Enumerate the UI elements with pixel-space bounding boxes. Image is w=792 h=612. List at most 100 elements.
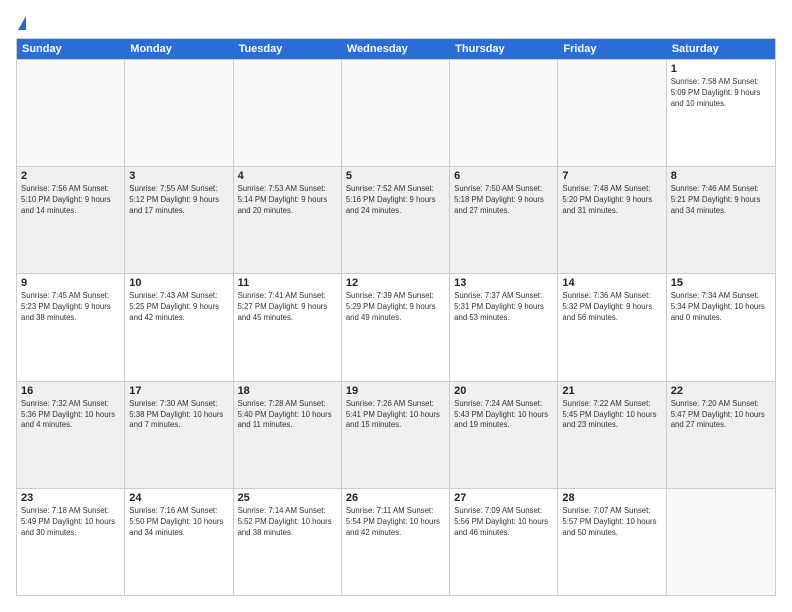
day-info: Sunrise: 7:26 AM Sunset: 5:41 PM Dayligh… xyxy=(346,399,445,432)
day-info: Sunrise: 7:41 AM Sunset: 5:27 PM Dayligh… xyxy=(238,291,337,324)
day-number: 16 xyxy=(21,385,120,397)
calendar-cell: 11 Sunrise: 7:41 AM Sunset: 5:27 PM Dayli… xyxy=(234,274,342,380)
calendar-row: 23 Sunrise: 7:18 AM Sunset: 5:49 PM Dayli… xyxy=(17,488,775,595)
day-number: 19 xyxy=(346,385,445,397)
calendar-cell: 15 Sunrise: 7:34 AM Sunset: 5:34 PM Dayli… xyxy=(667,274,775,380)
day-number: 3 xyxy=(129,170,228,182)
day-info: Sunrise: 7:50 AM Sunset: 5:18 PM Dayligh… xyxy=(454,184,553,217)
day-number: 4 xyxy=(238,170,337,182)
calendar-cell xyxy=(558,60,666,166)
day-number: 9 xyxy=(21,277,120,289)
day-number: 22 xyxy=(671,385,771,397)
day-info: Sunrise: 7:55 AM Sunset: 5:12 PM Dayligh… xyxy=(129,184,228,217)
day-info: Sunrise: 7:16 AM Sunset: 5:50 PM Dayligh… xyxy=(129,506,228,539)
calendar-cell: 12 Sunrise: 7:39 AM Sunset: 5:29 PM Dayli… xyxy=(342,274,450,380)
calendar-cell: 28 Sunrise: 7:07 AM Sunset: 5:57 PM Dayli… xyxy=(558,489,666,595)
day-info: Sunrise: 7:48 AM Sunset: 5:20 PM Dayligh… xyxy=(562,184,661,217)
day-number: 8 xyxy=(671,170,771,182)
calendar-cell: 2 Sunrise: 7:56 AM Sunset: 5:10 PM Daylig… xyxy=(17,167,125,273)
calendar-cell: 5 Sunrise: 7:52 AM Sunset: 5:16 PM Daylig… xyxy=(342,167,450,273)
calendar-cell: 24 Sunrise: 7:16 AM Sunset: 5:50 PM Dayli… xyxy=(125,489,233,595)
calendar-cell: 1Sunrise: 7:58 AM Sunset: 5:09 PM Daylig… xyxy=(667,60,775,166)
day-number: 10 xyxy=(129,277,228,289)
day-number: 24 xyxy=(129,492,228,504)
weekday-header: Monday xyxy=(125,39,233,59)
calendar-cell: 6 Sunrise: 7:50 AM Sunset: 5:18 PM Daylig… xyxy=(450,167,558,273)
day-number: 6 xyxy=(454,170,553,182)
weekday-header: Sunday xyxy=(17,39,125,59)
calendar-cell: 19 Sunrise: 7:26 AM Sunset: 5:41 PM Dayli… xyxy=(342,382,450,488)
day-info: Sunrise: 7:20 AM Sunset: 5:47 PM Dayligh… xyxy=(671,399,771,432)
day-info: Sunrise: 7:28 AM Sunset: 5:40 PM Dayligh… xyxy=(238,399,337,432)
day-number: 15 xyxy=(671,277,771,289)
calendar-cell: 10 Sunrise: 7:43 AM Sunset: 5:25 PM Dayli… xyxy=(125,274,233,380)
day-number: 12 xyxy=(346,277,445,289)
day-info: Sunrise: 7:52 AM Sunset: 5:16 PM Dayligh… xyxy=(346,184,445,217)
calendar-cell: 4 Sunrise: 7:53 AM Sunset: 5:14 PM Daylig… xyxy=(234,167,342,273)
day-number: 23 xyxy=(21,492,120,504)
calendar-cell xyxy=(17,60,125,166)
calendar-cell xyxy=(450,60,558,166)
day-info: Sunrise: 7:24 AM Sunset: 5:43 PM Dayligh… xyxy=(454,399,553,432)
weekday-header: Thursday xyxy=(450,39,558,59)
calendar-cell xyxy=(342,60,450,166)
day-number: 18 xyxy=(238,385,337,397)
calendar-body: 1Sunrise: 7:58 AM Sunset: 5:09 PM Daylig… xyxy=(17,59,775,595)
day-number: 27 xyxy=(454,492,553,504)
calendar-cell: 7 Sunrise: 7:48 AM Sunset: 5:20 PM Daylig… xyxy=(558,167,666,273)
day-number: 2 xyxy=(21,170,120,182)
logo-triangle-icon xyxy=(18,16,26,30)
day-info: Sunrise: 7:43 AM Sunset: 5:25 PM Dayligh… xyxy=(129,291,228,324)
calendar-row: 9 Sunrise: 7:45 AM Sunset: 5:23 PM Daylig… xyxy=(17,273,775,380)
calendar-cell: 27 Sunrise: 7:09 AM Sunset: 5:56 PM Dayli… xyxy=(450,489,558,595)
day-number: 17 xyxy=(129,385,228,397)
day-number: 5 xyxy=(346,170,445,182)
calendar-cell: 13 Sunrise: 7:37 AM Sunset: 5:31 PM Dayli… xyxy=(450,274,558,380)
day-number: 21 xyxy=(562,385,661,397)
logo xyxy=(16,16,26,30)
calendar-row: 2 Sunrise: 7:56 AM Sunset: 5:10 PM Daylig… xyxy=(17,166,775,273)
calendar-cell xyxy=(125,60,233,166)
calendar-cell: 23 Sunrise: 7:18 AM Sunset: 5:49 PM Dayli… xyxy=(17,489,125,595)
day-number: 13 xyxy=(454,277,553,289)
day-number: 11 xyxy=(238,277,337,289)
day-info: Sunrise: 7:11 AM Sunset: 5:54 PM Dayligh… xyxy=(346,506,445,539)
day-info: Sunrise: 7:56 AM Sunset: 5:10 PM Dayligh… xyxy=(21,184,120,217)
day-info: Sunrise: 7:53 AM Sunset: 5:14 PM Dayligh… xyxy=(238,184,337,217)
day-info: Sunrise: 7:07 AM Sunset: 5:57 PM Dayligh… xyxy=(562,506,661,539)
day-info: Sunrise: 7:36 AM Sunset: 5:32 PM Dayligh… xyxy=(562,291,661,324)
day-info: Sunrise: 7:22 AM Sunset: 5:45 PM Dayligh… xyxy=(562,399,661,432)
day-info: Sunrise: 7:46 AM Sunset: 5:21 PM Dayligh… xyxy=(671,184,771,217)
day-number: 1 xyxy=(671,63,771,75)
day-info: Sunrise: 7:32 AM Sunset: 5:36 PM Dayligh… xyxy=(21,399,120,432)
calendar-cell: 18 Sunrise: 7:28 AM Sunset: 5:40 PM Dayli… xyxy=(234,382,342,488)
weekday-header: Tuesday xyxy=(234,39,342,59)
weekday-header: Wednesday xyxy=(342,39,450,59)
calendar-cell: 8 Sunrise: 7:46 AM Sunset: 5:21 PM Daylig… xyxy=(667,167,775,273)
calendar-cell: 14Sunrise: 7:36 AM Sunset: 5:32 PM Dayli… xyxy=(558,274,666,380)
day-number: 7 xyxy=(562,170,661,182)
weekday-header: Saturday xyxy=(667,39,775,59)
day-info: Sunrise: 7:39 AM Sunset: 5:29 PM Dayligh… xyxy=(346,291,445,324)
weekday-header: Friday xyxy=(558,39,666,59)
day-info: Sunrise: 7:14 AM Sunset: 5:52 PM Dayligh… xyxy=(238,506,337,539)
day-info: Sunrise: 7:45 AM Sunset: 5:23 PM Dayligh… xyxy=(21,291,120,324)
day-number: 28 xyxy=(562,492,661,504)
calendar-header: SundayMondayTuesdayWednesdayThursdayFrid… xyxy=(17,39,775,59)
page: SundayMondayTuesdayWednesdayThursdayFrid… xyxy=(0,0,792,612)
day-info: Sunrise: 7:37 AM Sunset: 5:31 PM Dayligh… xyxy=(454,291,553,324)
day-info: Sunrise: 7:18 AM Sunset: 5:49 PM Dayligh… xyxy=(21,506,120,539)
calendar-cell: 9 Sunrise: 7:45 AM Sunset: 5:23 PM Daylig… xyxy=(17,274,125,380)
day-number: 25 xyxy=(238,492,337,504)
calendar-row: 16 Sunrise: 7:32 AM Sunset: 5:36 PM Dayli… xyxy=(17,381,775,488)
calendar-cell: 26Sunrise: 7:11 AM Sunset: 5:54 PM Dayli… xyxy=(342,489,450,595)
day-number: 20 xyxy=(454,385,553,397)
day-info: Sunrise: 7:34 AM Sunset: 5:34 PM Dayligh… xyxy=(671,291,771,324)
calendar-cell: 16 Sunrise: 7:32 AM Sunset: 5:36 PM Dayli… xyxy=(17,382,125,488)
calendar-cell: 25 Sunrise: 7:14 AM Sunset: 5:52 PM Dayli… xyxy=(234,489,342,595)
calendar: SundayMondayTuesdayWednesdayThursdayFrid… xyxy=(16,38,776,596)
day-info: Sunrise: 7:09 AM Sunset: 5:56 PM Dayligh… xyxy=(454,506,553,539)
calendar-cell: 17Sunrise: 7:30 AM Sunset: 5:38 PM Dayli… xyxy=(125,382,233,488)
calendar-cell: 20 Sunrise: 7:24 AM Sunset: 5:43 PM Dayli… xyxy=(450,382,558,488)
calendar-cell xyxy=(667,489,775,595)
